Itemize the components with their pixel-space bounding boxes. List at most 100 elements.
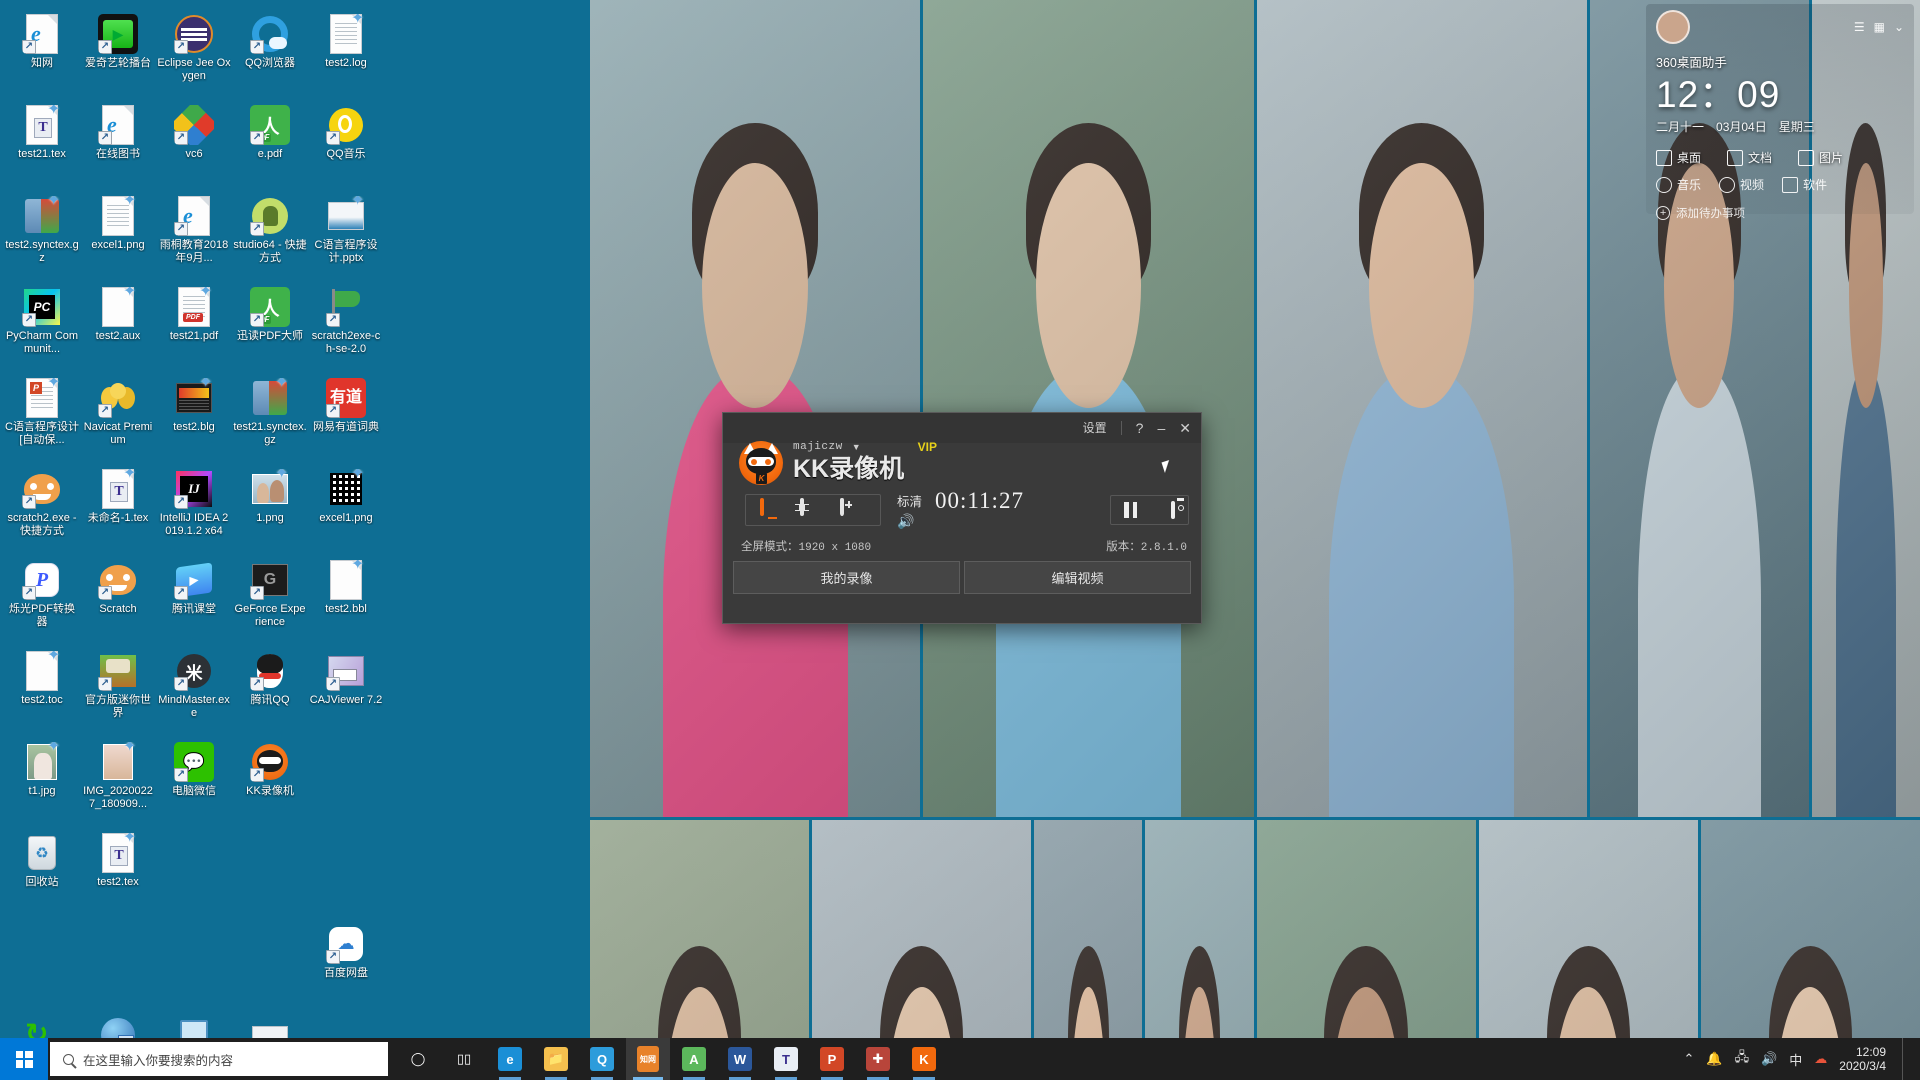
- network-icon[interactable]: 🖧: [1735, 1048, 1750, 1070]
- quick-video-label[interactable]: 视频: [1740, 176, 1764, 193]
- file-explorer-icon[interactable]: 📁: [534, 1038, 578, 1080]
- show-desktop-button[interactable]: [1902, 1038, 1910, 1080]
- cortana-icon[interactable]: ◯: [396, 1038, 440, 1080]
- desktop-icon[interactable]: KK录像机: [232, 736, 308, 827]
- system-tray[interactable]: ⌃ 🔔 🖧 🔊 中 ☁ 12:09 2020/3/4: [1683, 1038, 1920, 1080]
- taskbar-search-input[interactable]: 在这里输入你要搜索的内容: [50, 1042, 388, 1076]
- help-icon[interactable]: ?: [1136, 421, 1144, 435]
- volume-icon[interactable]: 🔊: [1761, 1051, 1777, 1067]
- screenshot-button[interactable]: [1171, 500, 1175, 519]
- desktop-icon[interactable]: 人PDF 迅读PDF大师: [232, 281, 308, 372]
- texstudio-icon[interactable]: T: [764, 1038, 808, 1080]
- desktop-icon[interactable]: C语言程序设计.pptx: [308, 190, 384, 281]
- quick-pictures-label[interactable]: 图片: [1819, 149, 1843, 166]
- kk-action-buttons[interactable]: [1110, 494, 1189, 525]
- desktop-icon[interactable]: Eclipse Jee Oxygen: [156, 8, 232, 99]
- desktop-icon[interactable]: ☁ 百度网盘: [308, 918, 384, 1009]
- quick-music-label[interactable]: 音乐: [1677, 176, 1701, 193]
- quick-desktop-label[interactable]: 桌面: [1677, 149, 1701, 166]
- settings-button[interactable]: 设置: [1083, 422, 1107, 434]
- quality-label[interactable]: 标清: [897, 491, 922, 510]
- desktop-icon[interactable]: vc6: [156, 99, 232, 190]
- desktop-icon[interactable]: Ttest2.tex: [80, 827, 156, 918]
- desktop-icon[interactable]: e 雨桐教育2018年9月...: [156, 190, 232, 281]
- close-icon[interactable]: ✕: [1179, 421, 1191, 435]
- desktop-icon[interactable]: QQ浏览器: [232, 8, 308, 99]
- vc6-icon[interactable]: ✚: [856, 1038, 900, 1080]
- volume-icon[interactable]: 🔊: [897, 514, 922, 528]
- desktop-icon[interactable]: G GeForce Experience: [232, 554, 308, 645]
- chevron-down-icon[interactable]: ▼: [852, 442, 861, 452]
- desktop-icon[interactable]: ♻ 回收站: [4, 827, 80, 918]
- desktop-icon[interactable]: 1.png: [232, 463, 308, 554]
- desktop-icon[interactable]: 💬 电脑微信: [156, 736, 232, 827]
- kk-mode-selector[interactable]: [745, 493, 881, 526]
- chevron-down-icon[interactable]: ⌄: [1894, 20, 1904, 34]
- taskbar[interactable]: 在这里输入你要搜索的内容 ◯ ▯▯ e 📁 Q 知网 A W T P ✚ K ⌃ 🔔 🖧 🔊 中 ☁ …: [0, 1038, 1920, 1080]
- desktop-icon[interactable]: test2.toc: [4, 645, 80, 736]
- desktop-icon[interactable]: QQ音乐: [308, 99, 384, 190]
- chevron-up-icon[interactable]: ⌃: [1683, 1051, 1694, 1067]
- task-view-icon[interactable]: ▯▯: [442, 1038, 486, 1080]
- game-record-mode-icon[interactable]: [840, 497, 866, 520]
- desktop-icon[interactable]: PDF test21.pdf: [156, 281, 232, 372]
- kk-recorder-window[interactable]: 设置 ? – ✕ K majiczw ▼ VIP KK录像机 标清 🔊 00:1…: [722, 412, 1202, 624]
- kk-user-row[interactable]: majiczw ▼ VIP: [793, 439, 937, 454]
- desktop-icon[interactable]: test2.synctex.gz: [4, 190, 80, 281]
- assistant-header-icons[interactable]: ☰ ▦ ⌄: [1854, 20, 1904, 34]
- area-record-mode-icon[interactable]: [800, 497, 826, 520]
- desktop-icon[interactable]: ▶ 爱奇艺轮播台: [80, 8, 156, 99]
- powerpoint-icon[interactable]: P: [810, 1038, 854, 1080]
- desktop-icon[interactable]: PC PyCharm Communit...: [4, 281, 80, 372]
- desktop-icon[interactable]: 有道网易有道词典: [308, 372, 384, 463]
- desktop-icon[interactable]: e 知网: [4, 8, 80, 99]
- desktop-icon[interactable]: scratch2exe-ch-se-2.0: [308, 281, 384, 372]
- desktop-icon[interactable]: excel1.png: [308, 463, 384, 554]
- desktop-icon[interactable]: Scratch: [80, 554, 156, 645]
- assistant-avatar[interactable]: [1656, 10, 1690, 44]
- desktop-icon[interactable]: t1.jpg: [4, 736, 80, 827]
- assistant-quick-row-2[interactable]: 音乐 视频 软件: [1656, 176, 1904, 193]
- assistant-quick-row-1[interactable]: 桌面 文档 图片: [1656, 149, 1904, 166]
- add-todo-row[interactable]: + 添加待办事项: [1656, 205, 1904, 221]
- desktop-icon[interactable]: 官方版迷你世界: [80, 645, 156, 736]
- desktop-icon[interactable]: IMG_20200227_180909...: [80, 736, 156, 827]
- desktop-icon[interactable]: test2.bbl: [308, 554, 384, 645]
- kk-bottom-buttons[interactable]: 我的录像 编辑视频: [723, 554, 1201, 594]
- desktop-icon[interactable]: excel1.png: [80, 190, 156, 281]
- quick-software-label[interactable]: 软件: [1803, 176, 1827, 193]
- desktop-icon[interactable]: scratch2.exe - 快捷方式: [4, 463, 80, 554]
- desktop-icon[interactable]: test21.synctex.gz: [232, 372, 308, 463]
- desktop-icon[interactable]: Navicat Premium: [80, 372, 156, 463]
- desktop-icon[interactable]: 人PDF e.pdf: [232, 99, 308, 190]
- edge-icon[interactable]: e: [488, 1038, 532, 1080]
- pause-button[interactable]: [1124, 501, 1137, 518]
- desktop-icon[interactable]: IJ IntelliJ IDEA 2019.1.2 x64: [156, 463, 232, 554]
- taskbar-clock[interactable]: 12:09 2020/3/4: [1839, 1045, 1890, 1073]
- screen-record-mode-icon[interactable]: [760, 497, 786, 520]
- desktop-icon[interactable]: studio64 - 快捷方式: [232, 190, 308, 281]
- desktop-icon[interactable]: CAJViewer 7.2: [308, 645, 384, 736]
- cloud-icon[interactable]: ☁: [1814, 1051, 1827, 1067]
- bell-icon[interactable]: 🔔: [1706, 1051, 1722, 1067]
- desktop-icon[interactable]: T 未命名-1.tex: [80, 463, 156, 554]
- list-icon[interactable]: ☰: [1854, 20, 1865, 34]
- word-icon[interactable]: W: [718, 1038, 762, 1080]
- desktop-icon[interactable]: 米 MindMaster.exe: [156, 645, 232, 736]
- desktop-icon[interactable]: e 在线图书: [80, 99, 156, 190]
- taskbar-app-icons[interactable]: ◯ ▯▯ e 📁 Q 知网 A W T P ✚ K: [396, 1038, 946, 1080]
- desktop-icon[interactable]: ▶ 腾讯课堂: [156, 554, 232, 645]
- desktop-icon[interactable]: test2.blg: [156, 372, 232, 463]
- my-recordings-button[interactable]: 我的录像: [733, 561, 960, 594]
- grid-icon[interactable]: ▦: [1874, 20, 1885, 34]
- desktop-icon[interactable]: test2.aux: [80, 281, 156, 372]
- desktop-icon[interactable]: test2.log: [308, 8, 384, 99]
- add-todo-label[interactable]: 添加待办事项: [1676, 205, 1745, 221]
- desktop-icon[interactable]: P 烁光PDF转换器: [4, 554, 80, 645]
- vip-badge[interactable]: VIP: [918, 440, 937, 454]
- zhiwang-icon[interactable]: 知网: [626, 1038, 670, 1080]
- desktop-assistant-widget[interactable]: ☰ ▦ ⌄ 360桌面助手 12：09 二月十一 03月04日 星期三 桌面 文…: [1646, 4, 1914, 220]
- ime-indicator[interactable]: 中: [1789, 1050, 1802, 1069]
- desktop-icon[interactable]: 腾讯QQ: [232, 645, 308, 736]
- desktop-icon[interactable]: Ttest21.tex: [4, 99, 80, 190]
